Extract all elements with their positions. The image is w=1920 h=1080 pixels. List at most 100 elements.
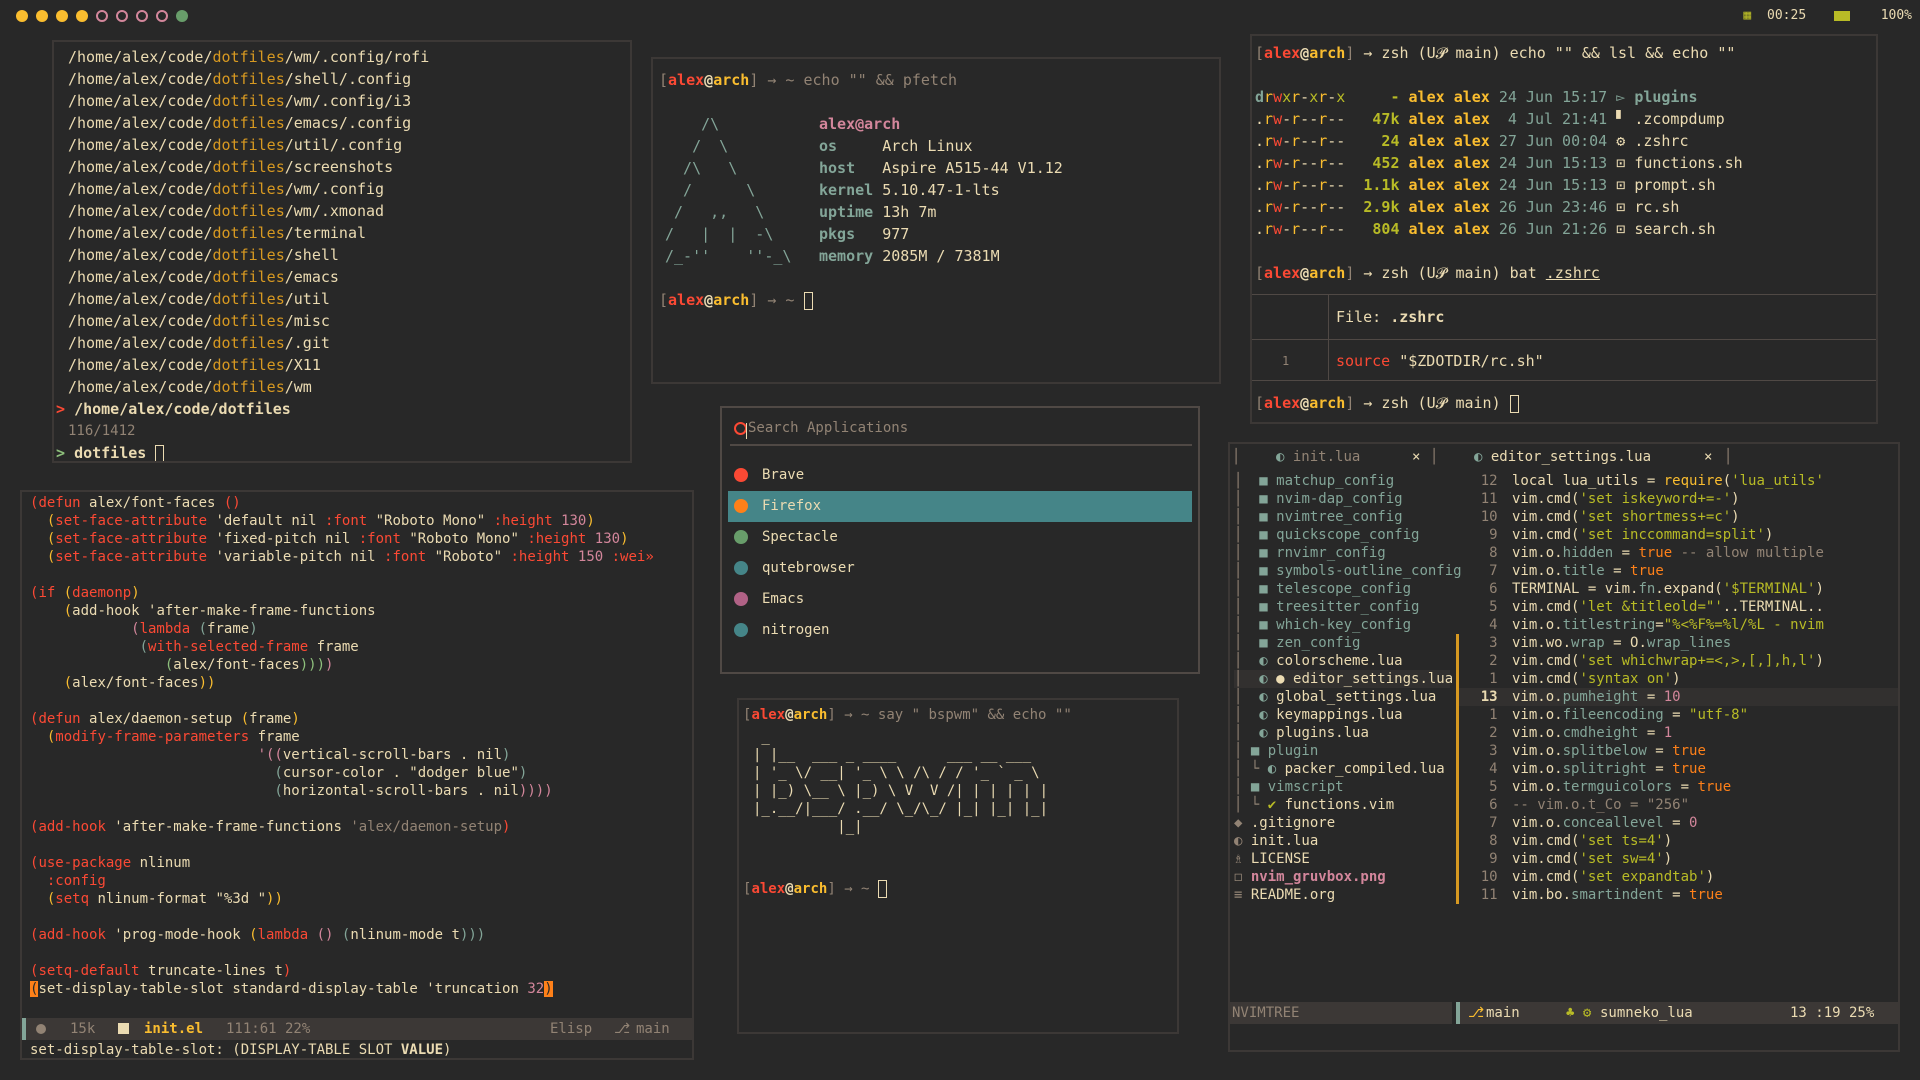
tree-node[interactable]: │ ◐ keymappings.lua [1234,706,1450,724]
close-icon[interactable]: × [1704,444,1712,470]
tree-node[interactable]: ≡ README.org [1234,886,1450,904]
tree-node[interactable]: │ └ ✔ functions.vim [1234,796,1450,814]
say-prompt-line[interactable]: [alex@arch] → ~ [743,878,887,900]
tree-indent: ◻ [1234,869,1251,885]
fzf-result-row[interactable]: /home/alex/code/dotfiles/.git [68,332,429,354]
tree-node[interactable]: │ ■ quickscope_config [1234,526,1450,544]
rofi-item-brave[interactable]: Brave [728,460,1192,491]
fzf-result-row[interactable]: /home/alex/code/dotfiles/wm [68,376,429,398]
nvim-tree[interactable]: │ ■ matchup_config │ ■ nvim-dap_config │ ■… [1234,472,1462,904]
path-suffix: /shell/.config [284,70,412,88]
fzf-result-row[interactable]: /home/alex/code/dotfiles/shell [68,244,429,266]
zsh-terminal-window[interactable]: [alex@arch] → zsh (U𝓟 main) echo "" && l… [1250,34,1878,424]
git-change-marker [1456,778,1459,796]
fzf-result-row[interactable]: /home/alex/code/dotfiles/wm/.config/rofi [68,46,429,68]
pfetch-field: memory 2085M / 7381M [819,245,1063,267]
tree-indent: │ [1234,509,1260,525]
rofi-search-bar[interactable]: Search Applications [730,414,1192,446]
workspace-indicator[interactable] [116,10,128,22]
tree-node[interactable]: │ ■ plugin [1234,742,1450,760]
workspace-indicator[interactable] [176,10,188,22]
tree-node[interactable]: │ ■ nvimtree_config [1234,508,1450,526]
fzf-result-row[interactable]: /home/alex/code/dotfiles/misc [68,310,429,332]
rofi-item-emacs[interactable]: Emacs [728,584,1192,615]
fzf-result-row[interactable]: /home/alex/code/dotfiles/emacs/.config [68,112,429,134]
tree-node[interactable]: │ ■ telescope_config [1234,580,1450,598]
code-line: 1 vim.o.fileencoding = "utf-8" [1456,706,1898,724]
tree-node[interactable]: │ ■ rnvimr_config [1234,544,1450,562]
tree-node[interactable]: │ ■ treesitter_config [1234,598,1450,616]
cursor-position: 13 :19 25% [1790,1005,1875,1021]
git-branch: main [1486,1005,1520,1021]
path-match: dotfiles [212,136,285,154]
tree-node[interactable]: ◐ init.lua [1234,832,1450,850]
workspace-indicator[interactable] [136,10,148,22]
fzf-result-row[interactable]: /home/alex/code/dotfiles/wm/.config/i3 [68,90,429,112]
search-input[interactable]: Search Applications [748,420,908,436]
workspace-indicator[interactable] [96,10,108,22]
tree-node[interactable]: │ ■ zen_config [1234,634,1450,652]
fzf-query-input[interactable]: dotfiles [74,444,146,461]
fzf-result-row[interactable]: /home/alex/code/dotfiles/util/.config [68,134,429,156]
emacs-buffer[interactable]: (defun alex/font-faces () (set-face-attr… [30,494,654,998]
tree-node[interactable]: │ ■ nvim-dap_config [1234,490,1450,508]
rofi-item-qutebrowser[interactable]: qutebrowser [728,553,1192,584]
rofi-item-firefox[interactable]: Firefox [728,491,1192,522]
fzf-result-row[interactable]: /home/alex/code/dotfiles/wm/.config [68,178,429,200]
tree-node[interactable]: │ ◐ ● editor_settings.lua [1234,670,1453,688]
tree-node[interactable]: │ ◐ colorscheme.lua [1234,652,1450,670]
tab-init-lua[interactable]: ◐ init.lua [1276,444,1360,470]
fzf-selected-row[interactable]: > /home/alex/code/dotfiles [56,398,291,420]
workspace-indicator[interactable] [36,10,48,22]
tree-node[interactable]: ♗ LICENSE [1234,850,1450,868]
code-line: (defun alex/font-faces () [30,495,241,511]
workspace-indicator[interactable] [156,10,168,22]
neovim-window[interactable]: │ ◐ init.lua × │ ◐ editor_settings.lua ×… [1228,442,1900,1052]
tree-node[interactable]: │ ■ vimscript [1234,778,1450,796]
fzf-terminal-window[interactable]: /home/alex/code/dotfiles/wm/.config/rofi… [52,40,632,463]
tree-node[interactable]: │ └ ◐ packer_compiled.lua [1234,760,1450,778]
tree-node[interactable]: │ ■ which-key_config [1234,616,1450,634]
emacs-window[interactable]: (defun alex/font-faces () (set-face-attr… [20,490,694,1060]
prompt-line-2[interactable]: [alex@arch] → ~ [659,289,813,311]
zsh-prompt-line[interactable]: [alex@arch] → zsh (U𝓟 main) [1255,392,1519,414]
file-name: .zcompdump [1634,110,1725,128]
major-mode: Elisp [550,1021,593,1037]
say-terminal-window[interactable]: [alex@arch] → ~ say " bspwm" && echo "" … [737,698,1179,1034]
code-line: 9 vim.cmd('set sw=4') [1456,850,1898,868]
text-cursor [1509,394,1519,413]
tab-editor-settings[interactable]: ◐ editor_settings.lua [1474,444,1651,470]
tree-node[interactable]: │ ■ symbols-outline_config [1234,562,1462,580]
fzf-result-row[interactable]: /home/alex/code/dotfiles/wm/.xmonad [68,200,429,222]
workspace-indicator[interactable] [56,10,68,22]
tree-node[interactable]: │ ◐ plugins.lua [1234,724,1450,742]
nvim-editor[interactable]: 12 local lua_utils = require('lua_utils'… [1456,472,1898,904]
tree-node[interactable]: ◻ nvim_gruvbox.png [1234,868,1450,886]
workspace-indicator[interactable] [76,10,88,22]
rofi-launcher[interactable]: Search Applications Brave Firefox Spectacl… [720,406,1200,674]
pfetch-terminal-window[interactable]: [alex@arch] → ~ echo "" && pfetch /\ / \… [651,57,1221,384]
fzf-prompt-line[interactable]: > dotfiles [56,442,165,461]
tree-node[interactable]: │ ■ matchup_config [1234,472,1450,490]
rofi-item-label: Firefox [762,498,822,514]
fzf-result-row[interactable]: /home/alex/code/dotfiles/screenshots [68,156,429,178]
workspace-indicator[interactable] [16,10,28,22]
logo-line: / | | -\ [665,225,774,243]
rofi-item-spectacle[interactable]: Spectacle [728,522,1192,553]
file-row: .rw-r--r-- 47k alex alex 4 Jul 21:41 ▘ .… [1255,108,1743,130]
tree-node[interactable]: ◆ .gitignore [1234,814,1450,832]
fzf-result-row[interactable]: /home/alex/code/dotfiles/emacs [68,266,429,288]
tree-node[interactable]: │ ◐ global_settings.lua [1234,688,1450,706]
fzf-result-row[interactable]: /home/alex/code/dotfiles/util [68,288,429,310]
folder-icon: ■ [1259,473,1277,489]
spectacle-icon [734,530,748,544]
fzf-result-row[interactable]: /home/alex/code/dotfiles/shell/.config [68,68,429,90]
rofi-item-nitrogen[interactable]: nitrogen [728,615,1192,646]
tree-label: functions.vim [1284,797,1395,813]
fzf-result-row[interactable]: /home/alex/code/dotfiles/X11 [68,354,429,376]
art-line: _ [753,729,770,745]
fzf-result-row[interactable]: /home/alex/code/dotfiles/terminal [68,222,429,244]
close-icon[interactable]: × [1412,444,1420,470]
line-number: 13 [1472,689,1506,705]
